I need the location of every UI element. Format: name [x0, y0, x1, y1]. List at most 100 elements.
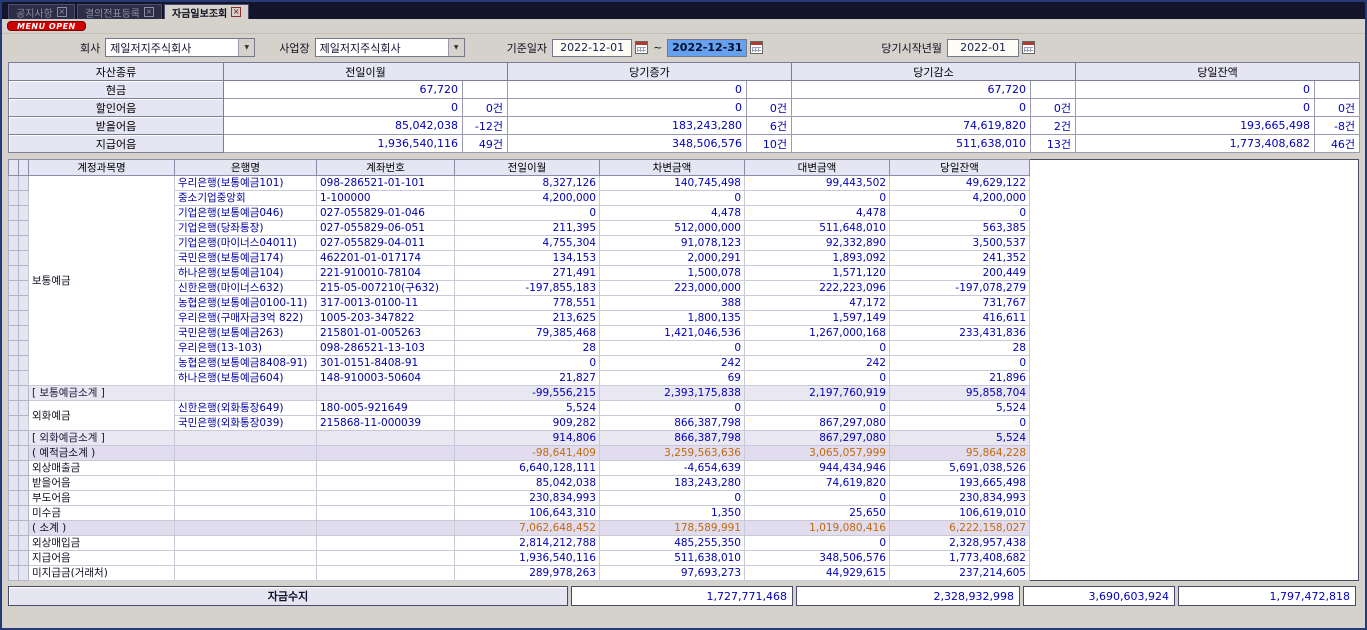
calendar-icon[interactable] [635, 41, 648, 54]
row-selector[interactable] [19, 356, 29, 371]
row-selector[interactable] [9, 296, 19, 311]
account-label-cell[interactable]: 외상매입금 [29, 536, 175, 551]
account-number-cell[interactable] [317, 386, 455, 401]
row-selector[interactable] [9, 536, 19, 551]
amount-cell[interactable]: 1,500,078 [600, 266, 745, 281]
amount-cell[interactable]: 200,449 [890, 266, 1030, 281]
table-row[interactable]: 중소기업중앙회1-1000004,200,000004,200,000 [9, 191, 1359, 206]
row-selector[interactable] [19, 206, 29, 221]
tab-1[interactable]: 공지사항× [8, 4, 75, 19]
amount-cell[interactable]: 211,395 [455, 221, 600, 236]
period-start-input[interactable] [947, 39, 1019, 57]
row-selector[interactable] [19, 551, 29, 566]
row-selector[interactable] [9, 251, 19, 266]
amount-cell[interactable]: 242 [745, 356, 890, 371]
amount-cell[interactable]: -197,078,279 [890, 281, 1030, 296]
account-label-cell[interactable]: ( 예적금소계 ) [29, 446, 175, 461]
amount-cell[interactable]: 2,393,175,838 [600, 386, 745, 401]
tab-3[interactable]: 자금일보조회× [164, 4, 249, 19]
account-number-cell[interactable]: 1005-203-347822 [317, 311, 455, 326]
amount-cell[interactable]: 106,619,010 [890, 506, 1030, 521]
bank-name-cell[interactable] [175, 386, 317, 401]
table-row[interactable]: 국민은행(보통예금174)462201-01-017174134,1532,00… [9, 251, 1359, 266]
table-row[interactable]: 외상매출금6,640,128,111-4,654,639944,434,9465… [9, 461, 1359, 476]
row-selector[interactable] [19, 401, 29, 416]
account-number-cell[interactable] [317, 551, 455, 566]
table-row[interactable]: 농협은행(보통예금8408-91)301-0151-8408-910242242… [9, 356, 1359, 371]
table-row[interactable]: 신한은행(마이너스632)215-05-007210(구632)-197,855… [9, 281, 1359, 296]
amount-cell[interactable]: 47,172 [745, 296, 890, 311]
account-label-cell[interactable]: 받을어음 [29, 476, 175, 491]
row-selector[interactable] [19, 296, 29, 311]
table-row[interactable]: 부도어음230,834,99300230,834,993 [9, 491, 1359, 506]
amount-cell[interactable]: 213,625 [455, 311, 600, 326]
row-selector[interactable] [9, 401, 19, 416]
amount-cell[interactable]: 140,745,498 [600, 176, 745, 191]
amount-cell[interactable]: 867,297,080 [745, 416, 890, 431]
amount-cell[interactable]: 1,773,408,682 [890, 551, 1030, 566]
row-selector[interactable] [9, 356, 19, 371]
bank-name-cell[interactable]: 기업은행(마이너스04011) [175, 236, 317, 251]
row-selector[interactable] [9, 281, 19, 296]
amount-cell[interactable]: 91,078,123 [600, 236, 745, 251]
row-selector[interactable] [19, 251, 29, 266]
amount-cell[interactable]: -4,654,639 [600, 461, 745, 476]
row-selector[interactable] [19, 341, 29, 356]
close-icon[interactable]: × [231, 7, 241, 17]
account-number-cell[interactable]: 180-005-921649 [317, 401, 455, 416]
table-row[interactable]: 하나은행(보통예금104)221-910010-78104271,4911,50… [9, 266, 1359, 281]
amount-cell[interactable]: 3,259,563,636 [600, 446, 745, 461]
amount-cell[interactable]: -99,556,215 [455, 386, 600, 401]
amount-cell[interactable]: 21,896 [890, 371, 1030, 386]
amount-cell[interactable]: 28 [455, 341, 600, 356]
table-row[interactable]: 기업은행(마이너스04011)027-055829-04-0114,755,30… [9, 236, 1359, 251]
bank-name-cell[interactable]: 국민은행(외화통장039) [175, 416, 317, 431]
bank-name-cell[interactable] [175, 506, 317, 521]
amount-cell[interactable]: 5,691,038,526 [890, 461, 1030, 476]
row-selector[interactable] [19, 326, 29, 341]
account-number-cell[interactable] [317, 521, 455, 536]
account-number-cell[interactable]: 215801-01-005263 [317, 326, 455, 341]
amount-cell[interactable]: 6,640,128,111 [455, 461, 600, 476]
amount-cell[interactable]: 183,243,280 [600, 476, 745, 491]
amount-cell[interactable]: 0 [890, 416, 1030, 431]
amount-cell[interactable]: 1,350 [600, 506, 745, 521]
row-selector[interactable] [19, 506, 29, 521]
amount-cell[interactable]: 1,597,149 [745, 311, 890, 326]
amount-cell[interactable]: 241,352 [890, 251, 1030, 266]
account-number-cell[interactable]: 027-055829-06-051 [317, 221, 455, 236]
row-selector[interactable] [9, 386, 19, 401]
bank-name-cell[interactable] [175, 476, 317, 491]
amount-cell[interactable]: 1,893,092 [745, 251, 890, 266]
account-label-cell[interactable]: [ 보통예금소계 ] [29, 386, 175, 401]
amount-cell[interactable]: 193,665,498 [890, 476, 1030, 491]
amount-cell[interactable]: 2,328,957,438 [890, 536, 1030, 551]
account-label-cell[interactable]: 미수금 [29, 506, 175, 521]
row-selector[interactable] [9, 416, 19, 431]
amount-cell[interactable]: 233,431,836 [890, 326, 1030, 341]
table-row[interactable]: ( 소계 )7,062,648,452178,589,9911,019,080,… [9, 521, 1359, 536]
calendar-icon[interactable] [750, 41, 763, 54]
account-label-cell[interactable]: 지급어음 [29, 551, 175, 566]
row-selector[interactable] [19, 266, 29, 281]
amount-cell[interactable]: 44,929,615 [745, 566, 890, 581]
amount-cell[interactable]: 237,214,605 [890, 566, 1030, 581]
amount-cell[interactable]: 6,222,158,027 [890, 521, 1030, 536]
site-select[interactable]: 제일저지주식회사 ▼ [315, 38, 465, 57]
amount-cell[interactable]: 49,629,122 [890, 176, 1030, 191]
amount-cell[interactable]: 230,834,993 [455, 491, 600, 506]
row-selector[interactable] [9, 431, 19, 446]
chevron-down-icon[interactable]: ▼ [238, 39, 254, 56]
bank-name-cell[interactable]: 중소기업중앙회 [175, 191, 317, 206]
amount-cell[interactable]: 416,611 [890, 311, 1030, 326]
amount-cell[interactable]: 909,282 [455, 416, 600, 431]
amount-cell[interactable]: 2,000,291 [600, 251, 745, 266]
row-selector[interactable] [9, 461, 19, 476]
bank-name-cell[interactable]: 우리은행(보통예금101) [175, 176, 317, 191]
amount-cell[interactable]: 512,000,000 [600, 221, 745, 236]
row-selector[interactable] [19, 566, 29, 581]
row-selector[interactable] [9, 206, 19, 221]
bank-name-cell[interactable]: 우리은행(13-103) [175, 341, 317, 356]
amount-cell[interactable]: 92,332,890 [745, 236, 890, 251]
amount-cell[interactable]: 5,524 [890, 401, 1030, 416]
